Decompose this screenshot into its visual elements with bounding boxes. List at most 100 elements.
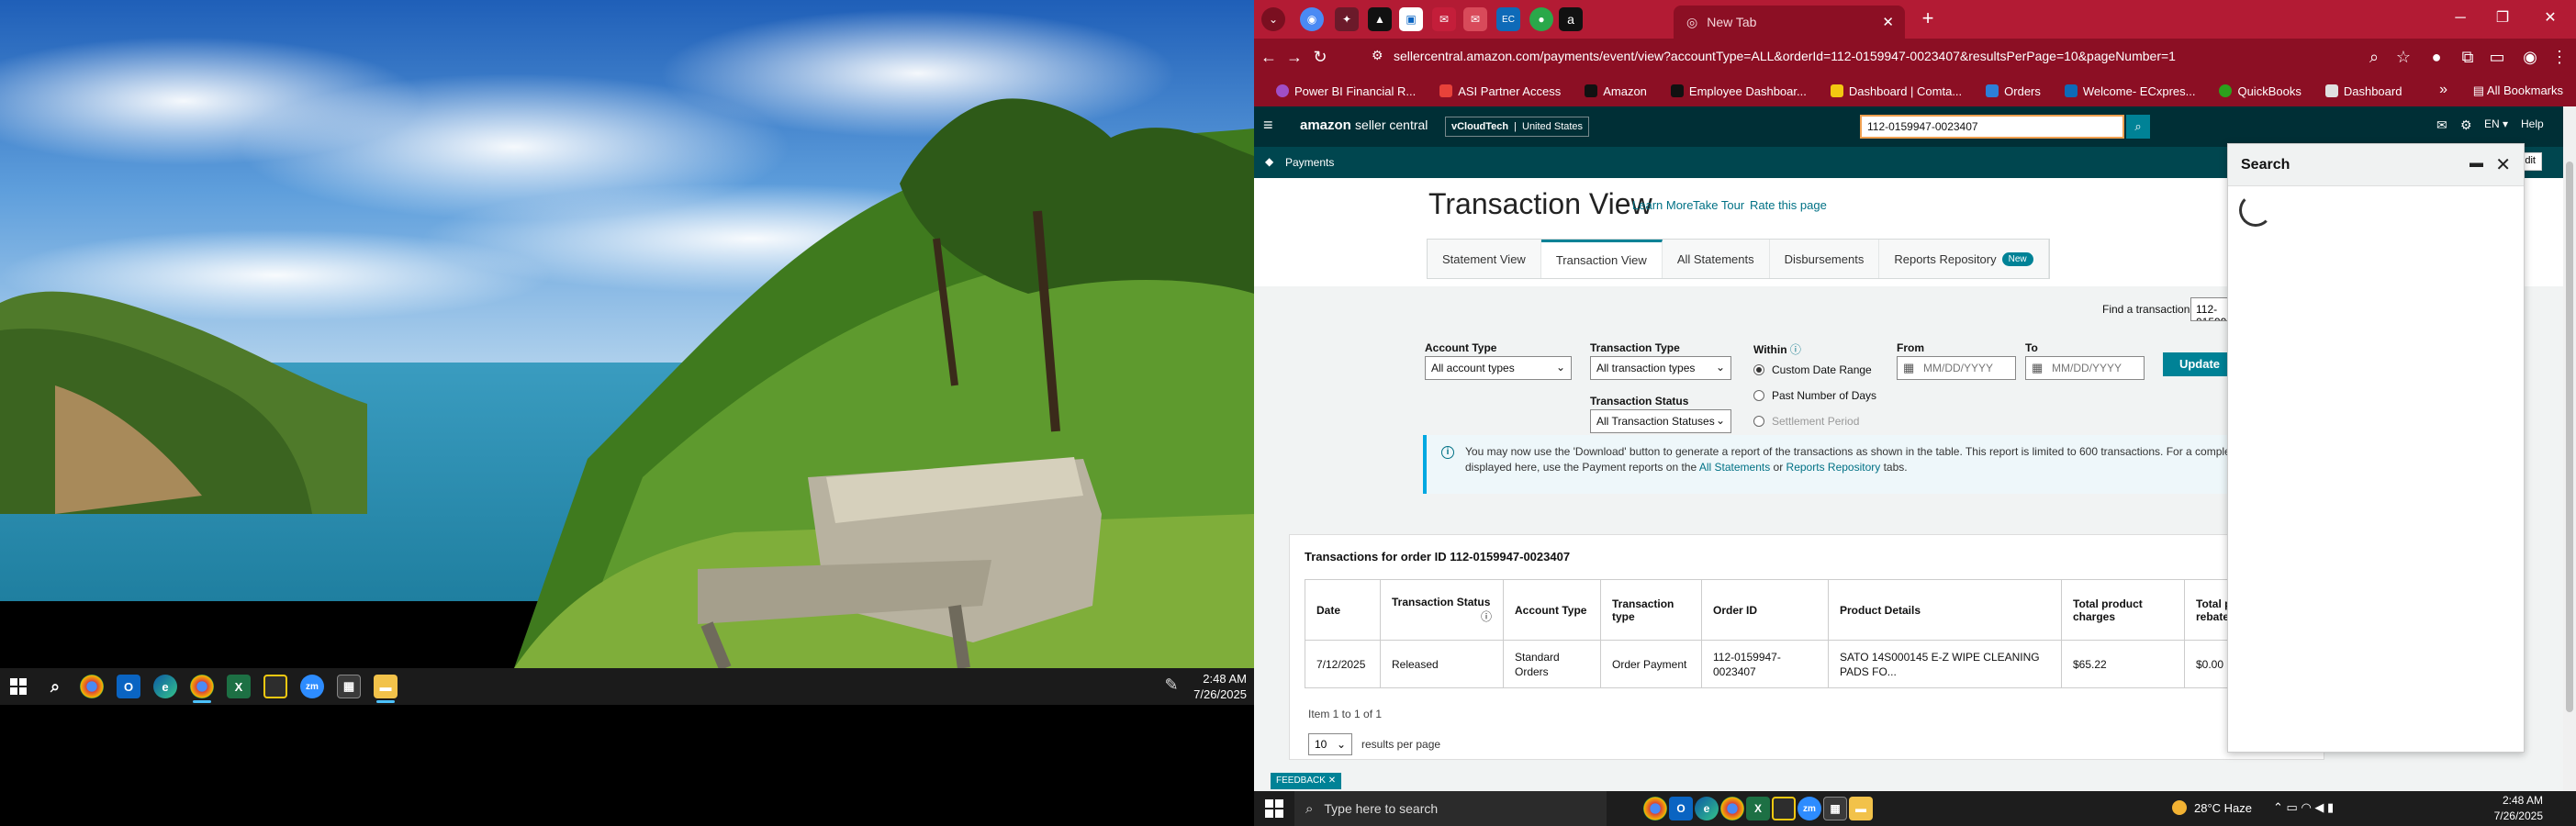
close-panel-icon[interactable]: ✕ bbox=[2495, 153, 2511, 176]
forward-button[interactable]: → bbox=[1283, 46, 1305, 68]
cell-product-details[interactable]: SATO 14S000145 E-Z WIPE CLEANING PADS FO… bbox=[1828, 640, 2062, 688]
pinned-tab-1-icon[interactable]: ◉ bbox=[1300, 7, 1324, 31]
chrome-icon[interactable] bbox=[1643, 797, 1667, 820]
pinned-tab-4-icon[interactable]: ▣ bbox=[1399, 7, 1423, 31]
network-icon[interactable]: ▭ bbox=[2287, 800, 2298, 814]
tab-reports-repository[interactable]: Reports Repository New bbox=[1879, 240, 2049, 278]
tab-search-dropdown-icon[interactable]: ⌄ bbox=[1261, 7, 1285, 31]
column-header-transaction-status[interactable]: Transaction Status ⓘ bbox=[1380, 579, 1504, 641]
seller-central-logo[interactable]: amazon seller central bbox=[1300, 117, 1428, 133]
column-header-date[interactable]: Date bbox=[1305, 579, 1381, 641]
settings-gear-icon[interactable]: ⚙ bbox=[2460, 117, 2472, 133]
learn-more-link[interactable]: Learn More bbox=[1632, 198, 1693, 212]
column-header-transaction-type[interactable]: Transaction type bbox=[1600, 579, 1702, 641]
mail-icon[interactable]: ✉ bbox=[2436, 117, 2447, 133]
transaction-type-select[interactable]: All transaction types ⌄ bbox=[1590, 356, 1731, 380]
taskbar-chrome-button[interactable] bbox=[73, 668, 110, 705]
file-explorer-icon[interactable]: ▬ bbox=[1849, 797, 1873, 820]
calculator-icon[interactable]: ▦ bbox=[1823, 797, 1847, 820]
zoom-icon[interactable]: ⌕ bbox=[2363, 46, 2385, 68]
take-tour-link[interactable]: Take Tour bbox=[1693, 198, 1744, 212]
bookmark-ecxpress[interactable]: Welcome- ECxpres... bbox=[2064, 84, 2195, 98]
back-button[interactable]: ← bbox=[1258, 46, 1280, 68]
radio-custom-date-range[interactable]: Custom Date Range bbox=[1753, 363, 1872, 376]
tab-disbursements[interactable]: Disbursements bbox=[1770, 240, 1880, 278]
column-header-account-type[interactable]: Account Type bbox=[1503, 579, 1601, 641]
taskbar-sticky-notes-button[interactable] bbox=[257, 668, 294, 705]
taskbar-excel-button[interactable]: X bbox=[220, 668, 257, 705]
system-tray[interactable]: ⌃ ▭ ◠ ◀ ▮ bbox=[2273, 800, 2334, 815]
taskbar-calculator-button[interactable]: ▦ bbox=[330, 668, 367, 705]
radio-past-days[interactable]: Past Number of Days bbox=[1753, 389, 1876, 402]
cell-order-id[interactable]: 112-0159947-0023407 bbox=[1701, 640, 1829, 688]
tab-transaction-view[interactable]: Transaction View bbox=[1540, 240, 1663, 278]
language-selector[interactable]: EN ▾ bbox=[2484, 117, 2508, 130]
start-button[interactable] bbox=[0, 668, 37, 705]
info-circle-icon[interactable]: ⓘ bbox=[1481, 608, 1492, 624]
bookmark-dashboard[interactable]: Dashboard bbox=[2324, 84, 2402, 98]
extension-icon[interactable]: ● bbox=[2425, 46, 2447, 68]
chrome-menu-icon[interactable]: ⋮ bbox=[2548, 46, 2570, 68]
all-statements-link[interactable]: All Statements bbox=[1699, 461, 1770, 474]
reload-button[interactable]: ↻ bbox=[1309, 46, 1331, 68]
address-bar[interactable]: sellercentral.amazon.com/payments/event/… bbox=[1394, 49, 2176, 63]
pinned-tab-5-icon[interactable]: ✉ bbox=[1432, 7, 1456, 31]
pinned-tab-6-icon[interactable]: ✉ bbox=[1463, 7, 1487, 31]
account-switcher[interactable]: vCloudTech | United States bbox=[1445, 117, 1590, 137]
minimize-panel-icon[interactable]: ▬ bbox=[2470, 155, 2483, 171]
left-clock[interactable]: 2:48 AM 7/26/2025 bbox=[1193, 668, 1247, 705]
taskbar-file-explorer-button[interactable]: ▬ bbox=[367, 668, 404, 705]
pinned-tab-2-icon[interactable]: ✦ bbox=[1335, 7, 1359, 31]
more-bookmarks-icon[interactable]: » bbox=[2439, 82, 2447, 98]
taskbar-search-button[interactable]: ⌕ bbox=[37, 668, 73, 705]
close-icon[interactable]: ✕ bbox=[1328, 776, 1336, 786]
help-link[interactable]: Help bbox=[2521, 117, 2544, 130]
column-header-product-details[interactable]: Product Details bbox=[1828, 579, 2062, 641]
account-type-select[interactable]: All account types ⌄ bbox=[1425, 356, 1572, 380]
chrome-active-icon[interactable] bbox=[1720, 797, 1744, 820]
chevron-up-icon[interactable]: ⌃ bbox=[2273, 800, 2283, 814]
zoom-icon[interactable]: zm bbox=[1798, 797, 1821, 820]
extensions-puzzle-icon[interactable]: ⧉ bbox=[2457, 46, 2479, 68]
reports-repository-link[interactable]: Reports Repository bbox=[1786, 461, 1881, 474]
battery-icon[interactable]: ▮ bbox=[2327, 800, 2334, 814]
taskbar-chrome-active-button[interactable] bbox=[184, 668, 220, 705]
pinned-tab-3-icon[interactable]: ▲ bbox=[1368, 7, 1392, 31]
bookmark-quickbooks[interactable]: QuickBooks bbox=[2219, 84, 2302, 98]
page-scrollbar[interactable] bbox=[2563, 106, 2576, 791]
bookmark-icon[interactable]: ◆ bbox=[1265, 155, 1273, 168]
to-date-input[interactable]: ▦ MM/DD/YYYY bbox=[2025, 356, 2145, 380]
taskbar-search-box[interactable]: ⌕ Type here to search bbox=[1294, 791, 1607, 826]
rate-page-link[interactable]: Rate this page bbox=[1750, 198, 1827, 212]
bookmark-dashboard-comta[interactable]: Dashboard | Comta... bbox=[1830, 84, 1962, 98]
edge-icon[interactable]: e bbox=[1695, 797, 1719, 820]
from-date-input[interactable]: ▦ MM/DD/YYYY bbox=[1897, 356, 2016, 380]
tab-statement-view[interactable]: Statement View bbox=[1428, 240, 1541, 278]
volume-icon[interactable]: ◀ bbox=[2314, 800, 2324, 814]
sidebar-icon[interactable]: ▭ bbox=[2486, 46, 2508, 68]
hamburger-menu-icon[interactable]: ≡ bbox=[1263, 116, 1273, 135]
site-info-icon[interactable]: ⚙ bbox=[1372, 48, 1383, 63]
bookmark-asi-partner[interactable]: ASI Partner Access bbox=[1439, 84, 1561, 98]
weather-widget[interactable]: 28°C Haze bbox=[2172, 800, 2252, 815]
scrollbar-thumb[interactable] bbox=[2566, 162, 2573, 712]
outlook-icon[interactable]: O bbox=[1669, 797, 1693, 820]
taskbar-edge-button[interactable]: e bbox=[147, 668, 184, 705]
radio-settlement-period[interactable]: Settlement Period bbox=[1753, 415, 1859, 428]
right-clock[interactable]: 2:48 AM 7/26/2025 bbox=[2494, 793, 2543, 824]
bookmark-employee-dashboard[interactable]: Employee Dashboar... bbox=[1670, 84, 1807, 98]
taskbar-outlook-button[interactable]: O bbox=[110, 668, 147, 705]
tab-all-statements[interactable]: All Statements bbox=[1663, 240, 1770, 278]
column-header-order-id[interactable]: Order ID bbox=[1701, 579, 1829, 641]
seller-search-button[interactable]: ⌕ bbox=[2126, 115, 2150, 139]
amazon-tab-icon[interactable]: a bbox=[1559, 7, 1583, 31]
bookmark-power-bi[interactable]: Power BI Financial R... bbox=[1276, 84, 1416, 98]
excel-icon[interactable]: X bbox=[1746, 797, 1770, 820]
subnav-payments-link[interactable]: Payments bbox=[1285, 156, 1334, 169]
sticky-notes-icon[interactable] bbox=[1772, 797, 1796, 820]
pinned-tab-8-icon[interactable]: ● bbox=[1529, 7, 1553, 31]
bookmark-orders[interactable]: Orders bbox=[1986, 84, 2041, 98]
taskbar-zoom-button[interactable]: zm bbox=[294, 668, 330, 705]
all-bookmarks-link[interactable]: ▤ All Bookmarks bbox=[2473, 84, 2563, 98]
wifi-icon[interactable]: ◠ bbox=[2301, 800, 2311, 814]
